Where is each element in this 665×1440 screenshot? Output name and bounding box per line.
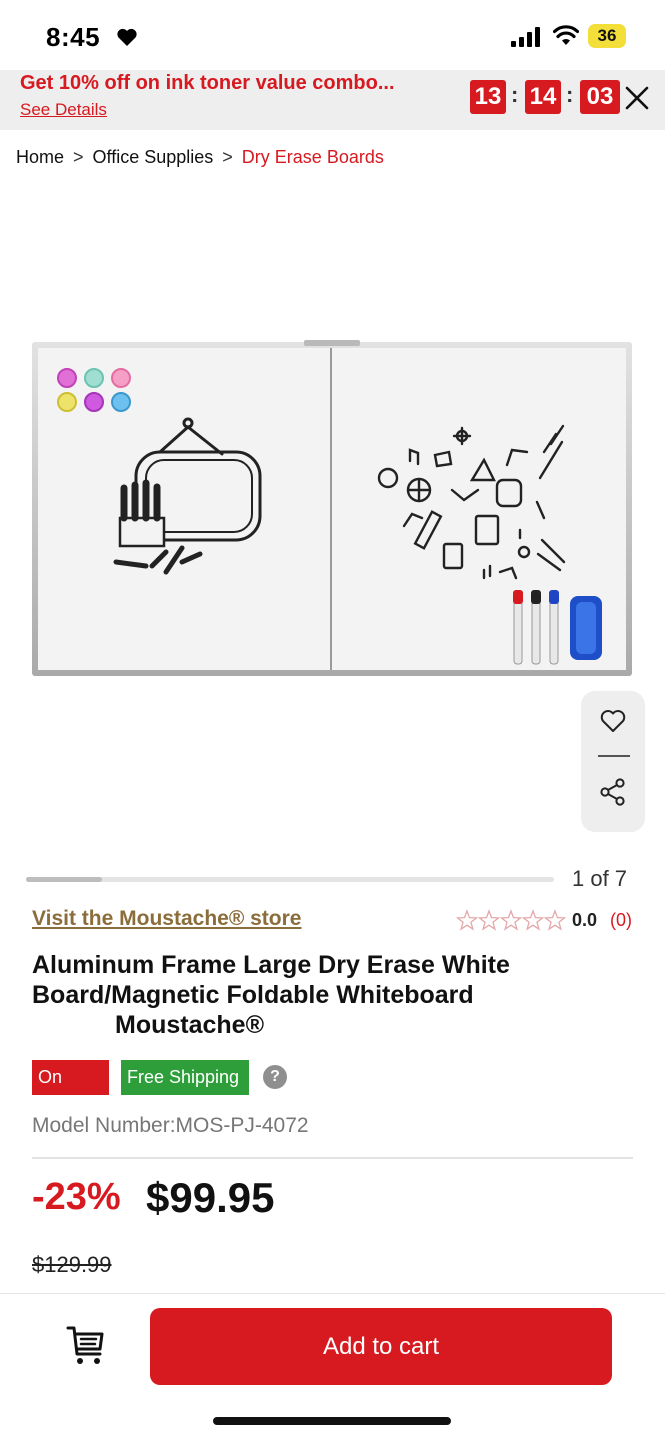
gallery-progress bbox=[26, 877, 554, 882]
close-icon[interactable] bbox=[624, 85, 650, 111]
product-title: Aluminum Frame Large Dry Erase White Boa… bbox=[32, 951, 510, 1009]
share-icon[interactable] bbox=[599, 778, 627, 806]
model-number: Model Number:MOS-PJ-4072 bbox=[32, 1114, 309, 1137]
product-brand: Moustache® bbox=[115, 1011, 264, 1039]
timer-seconds: 03 bbox=[580, 80, 620, 114]
timer-separator: : bbox=[566, 82, 574, 107]
divider bbox=[32, 1157, 633, 1159]
promo-text: Get 10% off on ink toner value combo... bbox=[20, 72, 395, 94]
actions-divider bbox=[598, 755, 630, 757]
breadcrumb-office-supplies[interactable]: Office Supplies bbox=[93, 147, 214, 168]
star-icon bbox=[499, 909, 523, 931]
cart-icon[interactable] bbox=[66, 1324, 106, 1366]
home-indicator bbox=[213, 1417, 451, 1425]
breadcrumb: Home > Office Supplies > Dry Erase Boards bbox=[16, 147, 384, 168]
add-to-cart-button[interactable]: Add to cart bbox=[150, 1308, 612, 1385]
rating-value: 0.0 bbox=[572, 910, 598, 930]
gallery-progress-fill bbox=[26, 877, 102, 882]
breadcrumb-separator: > bbox=[222, 147, 233, 167]
breadcrumb-separator: > bbox=[73, 147, 84, 167]
breadcrumb-home[interactable]: Home bbox=[16, 147, 64, 168]
star-icon bbox=[456, 909, 479, 931]
rating-stars[interactable] bbox=[456, 909, 566, 933]
signal-icon bbox=[511, 27, 540, 47]
star-icon bbox=[521, 909, 545, 931]
star-icon bbox=[543, 909, 566, 931]
status-bar: 8:45 36 bbox=[0, 0, 665, 70]
store-link[interactable]: Visit the Moustache® store bbox=[32, 907, 301, 931]
timer-separator: : bbox=[511, 82, 519, 107]
breadcrumb-dry-erase-boards[interactable]: Dry Erase Boards bbox=[242, 147, 384, 168]
discount-percent: -23% bbox=[32, 1176, 121, 1218]
star-icon bbox=[477, 909, 501, 931]
status-time: 8:45 bbox=[46, 22, 101, 52]
battery-indicator: 36 bbox=[588, 24, 626, 48]
original-price: $129.99 bbox=[32, 1252, 112, 1277]
wishlist-icon[interactable] bbox=[600, 709, 626, 733]
see-details-link[interactable]: See Details bbox=[20, 100, 107, 120]
heart-icon bbox=[117, 28, 137, 46]
rating-count[interactable]: (0) bbox=[610, 910, 632, 931]
current-price: $99.95 bbox=[146, 1174, 275, 1221]
help-icon[interactable]: ? bbox=[263, 1065, 287, 1089]
timer-hours: 13 bbox=[470, 80, 506, 114]
on-sale-badge: On Sale bbox=[32, 1060, 109, 1122]
timer-minutes: 14 bbox=[525, 80, 561, 114]
gallery-counter: 1 of 7 bbox=[572, 866, 628, 891]
free-shipping-badge: Free Shipping bbox=[121, 1060, 249, 1095]
wifi-icon bbox=[553, 25, 579, 45]
product-image[interactable] bbox=[32, 340, 632, 676]
